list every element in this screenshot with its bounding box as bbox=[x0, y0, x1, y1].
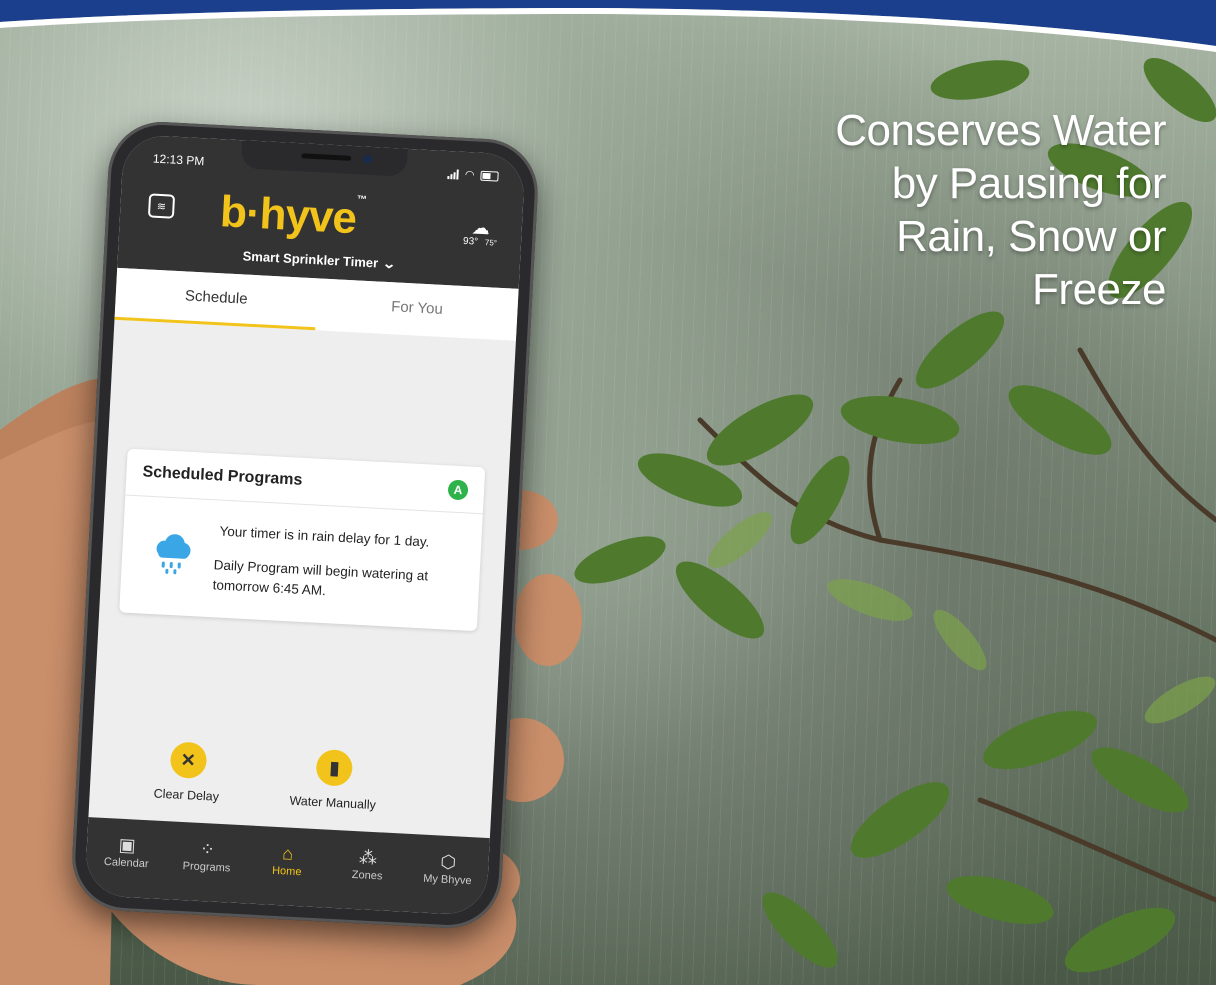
my-bhyve-icon: ⬡ bbox=[439, 851, 457, 873]
signal-icon bbox=[447, 168, 460, 180]
weather-widget[interactable]: ☁ 93° 75° bbox=[462, 217, 498, 249]
phone-body: 12:13 PM ◠ ≋ b·hyve™ ☁ 93° 75° Smart Spr… bbox=[69, 119, 541, 931]
wifi-settings-icon[interactable]: ≋ bbox=[147, 193, 176, 219]
zones-icon: ⁂ bbox=[358, 847, 378, 869]
chevron-down-icon: ⌄ bbox=[382, 255, 398, 272]
nav-zones[interactable]: ⁂ Zones bbox=[335, 844, 401, 883]
weather-high: 93° bbox=[462, 235, 479, 248]
programs-icon: ⁘ bbox=[199, 838, 216, 860]
bottom-nav: ▣ Calendar ⁘ Programs ⌂ Home ⁂ Zones ⬡ M… bbox=[84, 817, 490, 916]
program-badge: A bbox=[447, 479, 469, 501]
status-time: 12:13 PM bbox=[152, 151, 205, 169]
nav-home[interactable]: ⌂ Home bbox=[255, 840, 321, 879]
bhyve-logo: b·hyve™ bbox=[219, 187, 367, 244]
nav-calendar[interactable]: ▣ Calendar bbox=[94, 831, 160, 871]
card-divider bbox=[125, 494, 483, 515]
calendar-icon: ▣ bbox=[118, 834, 137, 856]
phone-screen: 12:13 PM ◠ ≋ b·hyve™ ☁ 93° 75° Smart Spr… bbox=[84, 134, 526, 916]
tab-for-you[interactable]: For You bbox=[315, 278, 518, 340]
rain-delay-message: Your timer is in rain delay for 1 day. bbox=[219, 523, 430, 550]
scheduled-programs-card[interactable]: Scheduled Programs A Your timer is in ra… bbox=[119, 448, 486, 632]
next-watering-message: Daily Program will begin watering at tom… bbox=[212, 557, 429, 599]
phone-mockup: 12:13 PM ◠ ≋ b·hyve™ ☁ 93° 75° Smart Spr… bbox=[69, 119, 541, 931]
close-icon: ✕ bbox=[169, 741, 208, 780]
home-icon: ⌂ bbox=[281, 843, 294, 864]
water-manually-button[interactable]: ▮ Water Manually bbox=[289, 748, 378, 812]
status-icons: ◠ bbox=[447, 167, 499, 183]
clear-delay-button[interactable]: ✕ Clear Delay bbox=[153, 741, 221, 804]
tab-schedule[interactable]: Schedule bbox=[114, 268, 317, 330]
battery-icon bbox=[480, 170, 499, 182]
sprinkler-icon: ▮ bbox=[315, 748, 354, 787]
weather-low: 75° bbox=[484, 238, 498, 248]
nav-my-bhyve[interactable]: ⬡ My Bhyve bbox=[415, 848, 481, 888]
nav-programs[interactable]: ⁘ Programs bbox=[174, 836, 240, 875]
rain-cloud-icon bbox=[156, 534, 191, 575]
wifi-status-icon: ◠ bbox=[464, 168, 475, 182]
headline-text: Conserves Water by Pausing for Rain, Sno… bbox=[835, 106, 1166, 314]
partly-cloudy-icon: ☁ bbox=[471, 217, 491, 239]
card-title: Scheduled Programs bbox=[142, 463, 303, 489]
